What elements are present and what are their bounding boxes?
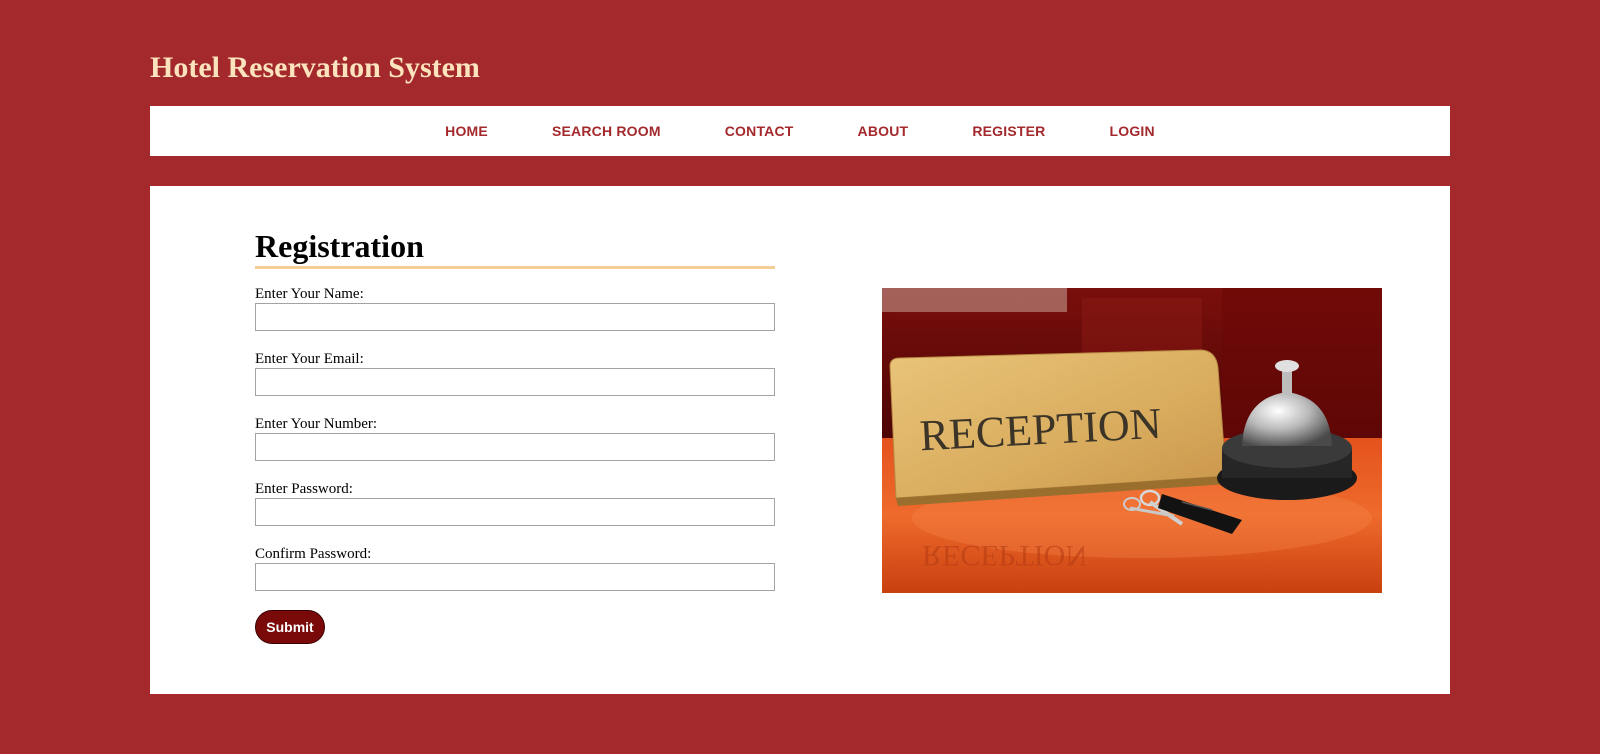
nav-register-link[interactable]: REGISTER [972,123,1045,139]
nav-about-link[interactable]: ABOUT [858,123,909,139]
registration-panel: Registration Enter Your Name: Enter Your… [150,186,1450,694]
confirm-password-input[interactable] [255,563,775,591]
nav-contact-link[interactable]: CONTACT [725,123,794,139]
password-label: Enter Password: [255,481,353,497]
registration-form: Registration Enter Your Name: Enter Your… [255,226,785,644]
number-field-group: Enter Your Number: [255,415,785,461]
confirm-password-label: Confirm Password: [255,546,372,562]
nav-home-link[interactable]: HOME [445,123,488,139]
number-input[interactable] [255,433,775,461]
nav-search-room-link[interactable]: SEARCH ROOM [552,123,661,139]
name-field-group: Enter Your Name: [255,285,785,331]
site-title: Hotel Reservation System [150,51,480,84]
reception-illustration: RECEPTION RECEPTION [882,288,1382,593]
email-field-group: Enter Your Email: [255,350,785,396]
submit-button[interactable]: Submit [255,610,325,644]
form-heading: Registration [255,226,775,269]
password-input[interactable] [255,498,775,526]
email-label: Enter Your Email: [255,351,364,367]
svg-text:RECEPTION: RECEPTION [922,539,1087,572]
password-field-group: Enter Password: [255,480,785,526]
nav-login-link[interactable]: LOGIN [1109,123,1154,139]
confirm-password-field-group: Confirm Password: [255,545,785,591]
reception-image: RECEPTION RECEPTION [882,288,1382,593]
main-navigation: HOME SEARCH ROOM CONTACT ABOUT REGISTER … [150,106,1450,156]
name-label: Enter Your Name: [255,286,364,302]
name-input[interactable] [255,303,775,331]
number-label: Enter Your Number: [255,416,378,432]
email-input[interactable] [255,368,775,396]
